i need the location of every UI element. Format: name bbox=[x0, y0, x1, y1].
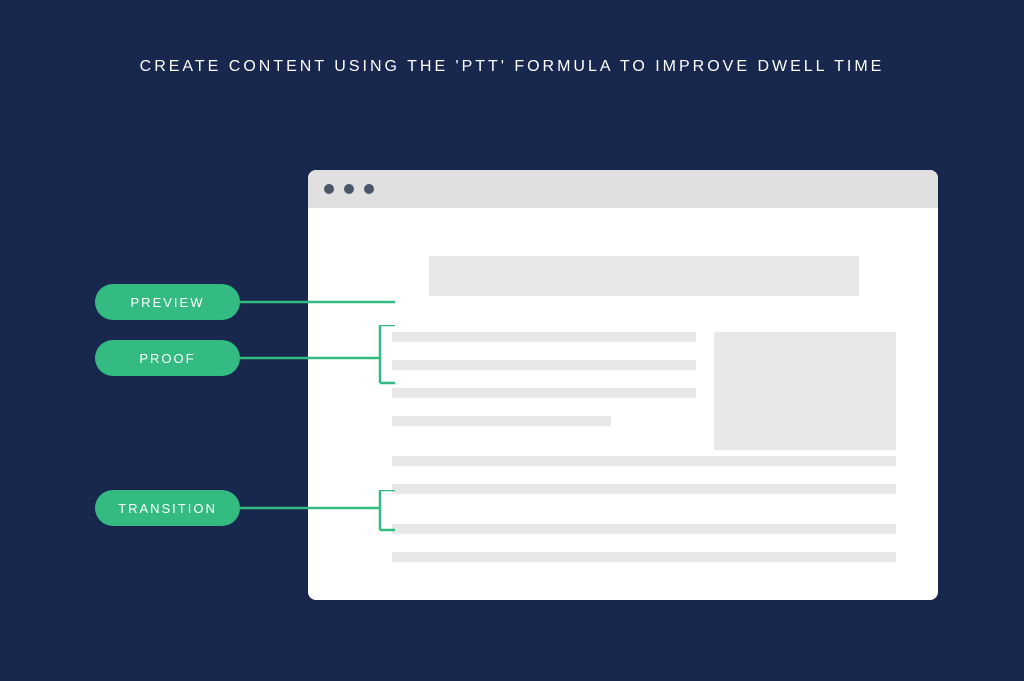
hero-placeholder bbox=[429, 256, 859, 296]
sidebar-placeholder bbox=[714, 332, 896, 450]
text-line-placeholder bbox=[392, 484, 896, 494]
text-line-placeholder bbox=[392, 456, 896, 466]
window-dot-icon bbox=[344, 184, 354, 194]
label-proof: PROOF bbox=[95, 340, 240, 376]
browser-title-bar bbox=[308, 170, 938, 208]
label-preview-text: PREVIEW bbox=[131, 295, 205, 310]
label-proof-text: PROOF bbox=[139, 351, 195, 366]
text-line-placeholder bbox=[392, 332, 696, 342]
browser-mockup bbox=[308, 170, 938, 600]
label-transition-text: TRANSITION bbox=[118, 501, 217, 516]
label-transition: TRANSITION bbox=[95, 490, 240, 526]
label-preview: PREVIEW bbox=[95, 284, 240, 320]
article-body bbox=[392, 332, 696, 450]
text-line-placeholder bbox=[392, 388, 696, 398]
diagram-title: CREATE CONTENT USING THE 'PTT' FORMULA T… bbox=[0, 58, 1024, 76]
article-body-lower bbox=[308, 456, 938, 562]
window-dot-icon bbox=[324, 184, 334, 194]
text-line-placeholder bbox=[392, 360, 696, 370]
text-line-placeholder bbox=[392, 416, 611, 426]
page-content bbox=[308, 208, 938, 450]
text-line-placeholder bbox=[392, 524, 896, 534]
window-dot-icon bbox=[364, 184, 374, 194]
text-line-placeholder bbox=[392, 552, 896, 562]
sidebar bbox=[714, 332, 896, 450]
